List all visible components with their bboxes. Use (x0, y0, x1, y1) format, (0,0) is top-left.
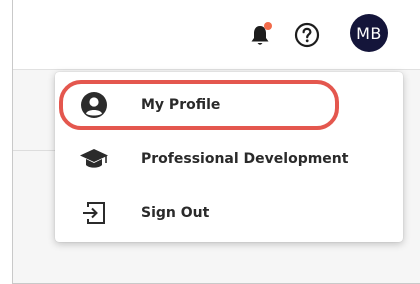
divider (13, 150, 55, 151)
user-circle-icon (79, 90, 109, 120)
menu-item-professional-development[interactable]: Professional Development (55, 132, 403, 186)
graduation-cap-icon (79, 144, 109, 174)
sign-out-icon (79, 198, 109, 228)
help-circle-icon[interactable] (294, 22, 320, 48)
top-bar: MB (13, 0, 420, 70)
menu-item-label: My Profile (141, 97, 221, 113)
app-frame: MB My Profile Professional Development S… (12, 0, 420, 284)
notification-dot (264, 22, 272, 30)
user-avatar[interactable]: MB (350, 14, 388, 52)
menu-item-label: Sign Out (141, 205, 210, 221)
user-dropdown-menu: My Profile Professional Development Sign… (55, 72, 403, 242)
menu-item-my-profile[interactable]: My Profile (55, 78, 403, 132)
menu-item-sign-out[interactable]: Sign Out (55, 186, 403, 240)
menu-item-label: Professional Development (141, 151, 349, 167)
